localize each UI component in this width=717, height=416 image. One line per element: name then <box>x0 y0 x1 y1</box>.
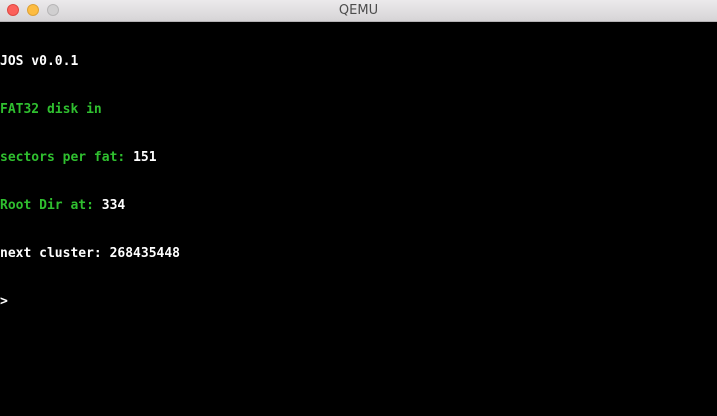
console-prompt[interactable]: > <box>0 294 180 310</box>
console-line-next-cluster: next cluster: 268435448 <box>0 246 181 261</box>
emulator-screen[interactable]: JOS v0.0.1 FAT32 disk in sectors per fat… <box>0 22 717 416</box>
root-dir-value: 334 <box>101 198 126 213</box>
title-bar[interactable]: QEMU <box>0 0 717 22</box>
root-dir-label: Root Dir at: <box>0 198 102 213</box>
console-line-disk: FAT32 disk in <box>0 102 102 117</box>
window-title: QEMU <box>338 3 379 18</box>
qemu-window: QEMU JOS v0.0.1 FAT32 disk in sectors pe… <box>0 0 717 416</box>
console-output: JOS v0.0.1 FAT32 disk in sectors per fat… <box>0 22 180 342</box>
console-line-root-dir: Root Dir at: 334 <box>0 198 180 214</box>
sectors-value: 151 <box>133 150 157 165</box>
console-line-sectors: sectors per fat: 151 <box>0 150 180 166</box>
console-line-version: JOS v0.0.1 <box>0 54 79 69</box>
sectors-label: sectors per fat: <box>0 150 134 165</box>
